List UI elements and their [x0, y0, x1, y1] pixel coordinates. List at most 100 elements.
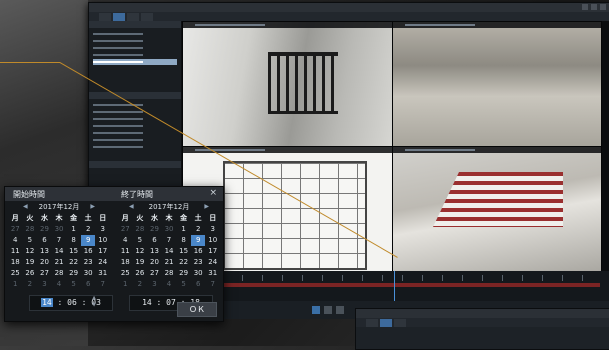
tab-3[interactable]: [127, 13, 139, 21]
start-time-spinner[interactable]: ▲ ▼: [89, 295, 99, 309]
calendar-day[interactable]: 27: [147, 268, 162, 279]
camera-tile[interactable]: [182, 21, 393, 147]
calendar-day[interactable]: 26: [133, 268, 148, 279]
calendar-day[interactable]: 30: [52, 224, 67, 235]
calendar-day[interactable]: 21: [162, 257, 177, 268]
tab-2[interactable]: [113, 13, 125, 21]
calendar-day[interactable]: 8: [176, 235, 191, 246]
calendar-day[interactable]: 31: [95, 268, 110, 279]
tree-item[interactable]: [93, 31, 177, 37]
calendar-day[interactable]: 22: [66, 257, 81, 268]
calendar-day[interactable]: 26: [23, 268, 38, 279]
calendar-day[interactable]: 3: [147, 279, 162, 290]
calendar-day[interactable]: 4: [52, 279, 67, 290]
speed-button[interactable]: [336, 306, 344, 314]
tree-item[interactable]: [93, 130, 177, 136]
tab-1[interactable]: [366, 319, 378, 327]
tab-4[interactable]: [141, 13, 153, 21]
minimize-icon[interactable]: [582, 4, 588, 10]
calendar-day[interactable]: 29: [37, 224, 52, 235]
tree-item[interactable]: [93, 45, 177, 51]
calendar-day[interactable]: 7: [162, 235, 177, 246]
calendar-day[interactable]: 11: [8, 246, 23, 257]
calendar-day[interactable]: 20: [147, 257, 162, 268]
playback-timeline[interactable]: [182, 271, 609, 301]
calendar-day[interactable]: 6: [191, 279, 206, 290]
calendar-day[interactable]: 12: [23, 246, 38, 257]
calendar-day[interactable]: 18: [118, 257, 133, 268]
calendar-day[interactable]: 9: [80, 235, 96, 246]
calendar-day[interactable]: 21: [52, 257, 67, 268]
calendar-day[interactable]: 28: [133, 224, 148, 235]
calendar-day[interactable]: 16: [81, 246, 96, 257]
calendar-day[interactable]: 15: [66, 246, 81, 257]
calendar-day[interactable]: 4: [162, 279, 177, 290]
calendar-day[interactable]: 5: [66, 279, 81, 290]
calendar-day[interactable]: 17: [95, 246, 110, 257]
timeline-cursor[interactable]: [394, 271, 395, 301]
calendar-day[interactable]: 4: [8, 235, 23, 246]
step-button[interactable]: [324, 306, 332, 314]
tree-item[interactable]: [93, 137, 177, 143]
calendar-day[interactable]: 5: [176, 279, 191, 290]
calendar-day[interactable]: 10: [205, 235, 220, 246]
calendar-day[interactable]: 12: [133, 246, 148, 257]
calendar-day[interactable]: 15: [176, 246, 191, 257]
play-button[interactable]: [312, 306, 320, 314]
calendar-day[interactable]: 7: [52, 235, 67, 246]
calendar-day[interactable]: 13: [37, 246, 52, 257]
calendar-day[interactable]: 2: [191, 224, 206, 235]
tree-item[interactable]: [93, 116, 177, 122]
calendar-day[interactable]: 3: [37, 279, 52, 290]
calendar-day[interactable]: 20: [37, 257, 52, 268]
calendar-day[interactable]: 13: [147, 246, 162, 257]
calendar-day[interactable]: 2: [81, 224, 96, 235]
calendar-day[interactable]: 1: [176, 224, 191, 235]
calendar-day[interactable]: 1: [66, 224, 81, 235]
next-month-icon[interactable]: ▶: [204, 201, 209, 213]
recording-track[interactable]: [222, 283, 600, 287]
calendar-day[interactable]: 18: [8, 257, 23, 268]
calendar-day[interactable]: 29: [66, 268, 81, 279]
calendar-day[interactable]: 29: [176, 268, 191, 279]
calendar-day[interactable]: 23: [81, 257, 96, 268]
calendar-day[interactable]: 9: [190, 235, 206, 246]
tab-1[interactable]: [99, 13, 111, 21]
calendar-day[interactable]: 19: [133, 257, 148, 268]
calendar-day[interactable]: 3: [205, 224, 220, 235]
tree-item[interactable]: [93, 38, 177, 44]
camera-tile[interactable]: [392, 146, 602, 273]
calendar-day[interactable]: 29: [147, 224, 162, 235]
prev-month-icon[interactable]: ◀: [23, 201, 28, 213]
start-time-input[interactable]: 14 : 06 : 03: [29, 295, 113, 311]
calendar-day[interactable]: 14: [52, 246, 67, 257]
calendar-day[interactable]: 24: [95, 257, 110, 268]
calendar-day[interactable]: 1: [118, 279, 133, 290]
calendar-day[interactable]: 2: [23, 279, 38, 290]
calendar-day[interactable]: 17: [205, 246, 220, 257]
calendar-day[interactable]: 24: [205, 257, 220, 268]
calendar-day[interactable]: 10: [95, 235, 110, 246]
calendar-day[interactable]: 23: [191, 257, 206, 268]
calendar-day[interactable]: 25: [8, 268, 23, 279]
close-icon[interactable]: [600, 4, 606, 10]
calendar-day[interactable]: 5: [23, 235, 38, 246]
calendar-day[interactable]: 14: [162, 246, 177, 257]
calendar-day[interactable]: 2: [133, 279, 148, 290]
calendar-day[interactable]: 30: [81, 268, 96, 279]
calendar-day[interactable]: 6: [81, 279, 96, 290]
calendar-day[interactable]: 8: [66, 235, 81, 246]
calendar-day[interactable]: 6: [147, 235, 162, 246]
calendar-day[interactable]: 22: [176, 257, 191, 268]
calendar-day[interactable]: 11: [118, 246, 133, 257]
prev-month-icon[interactable]: ◀: [129, 201, 134, 213]
calendar-day[interactable]: 31: [205, 268, 220, 279]
tree-item[interactable]: [93, 52, 177, 58]
calendar-day[interactable]: 7: [95, 279, 110, 290]
calendar-day[interactable]: 7: [205, 279, 220, 290]
camera-tile[interactable]: [392, 21, 602, 147]
calendar-day[interactable]: 30: [191, 268, 206, 279]
tab-2[interactable]: [380, 319, 392, 327]
calendar-day[interactable]: 3: [95, 224, 110, 235]
calendar-day[interactable]: 1: [8, 279, 23, 290]
